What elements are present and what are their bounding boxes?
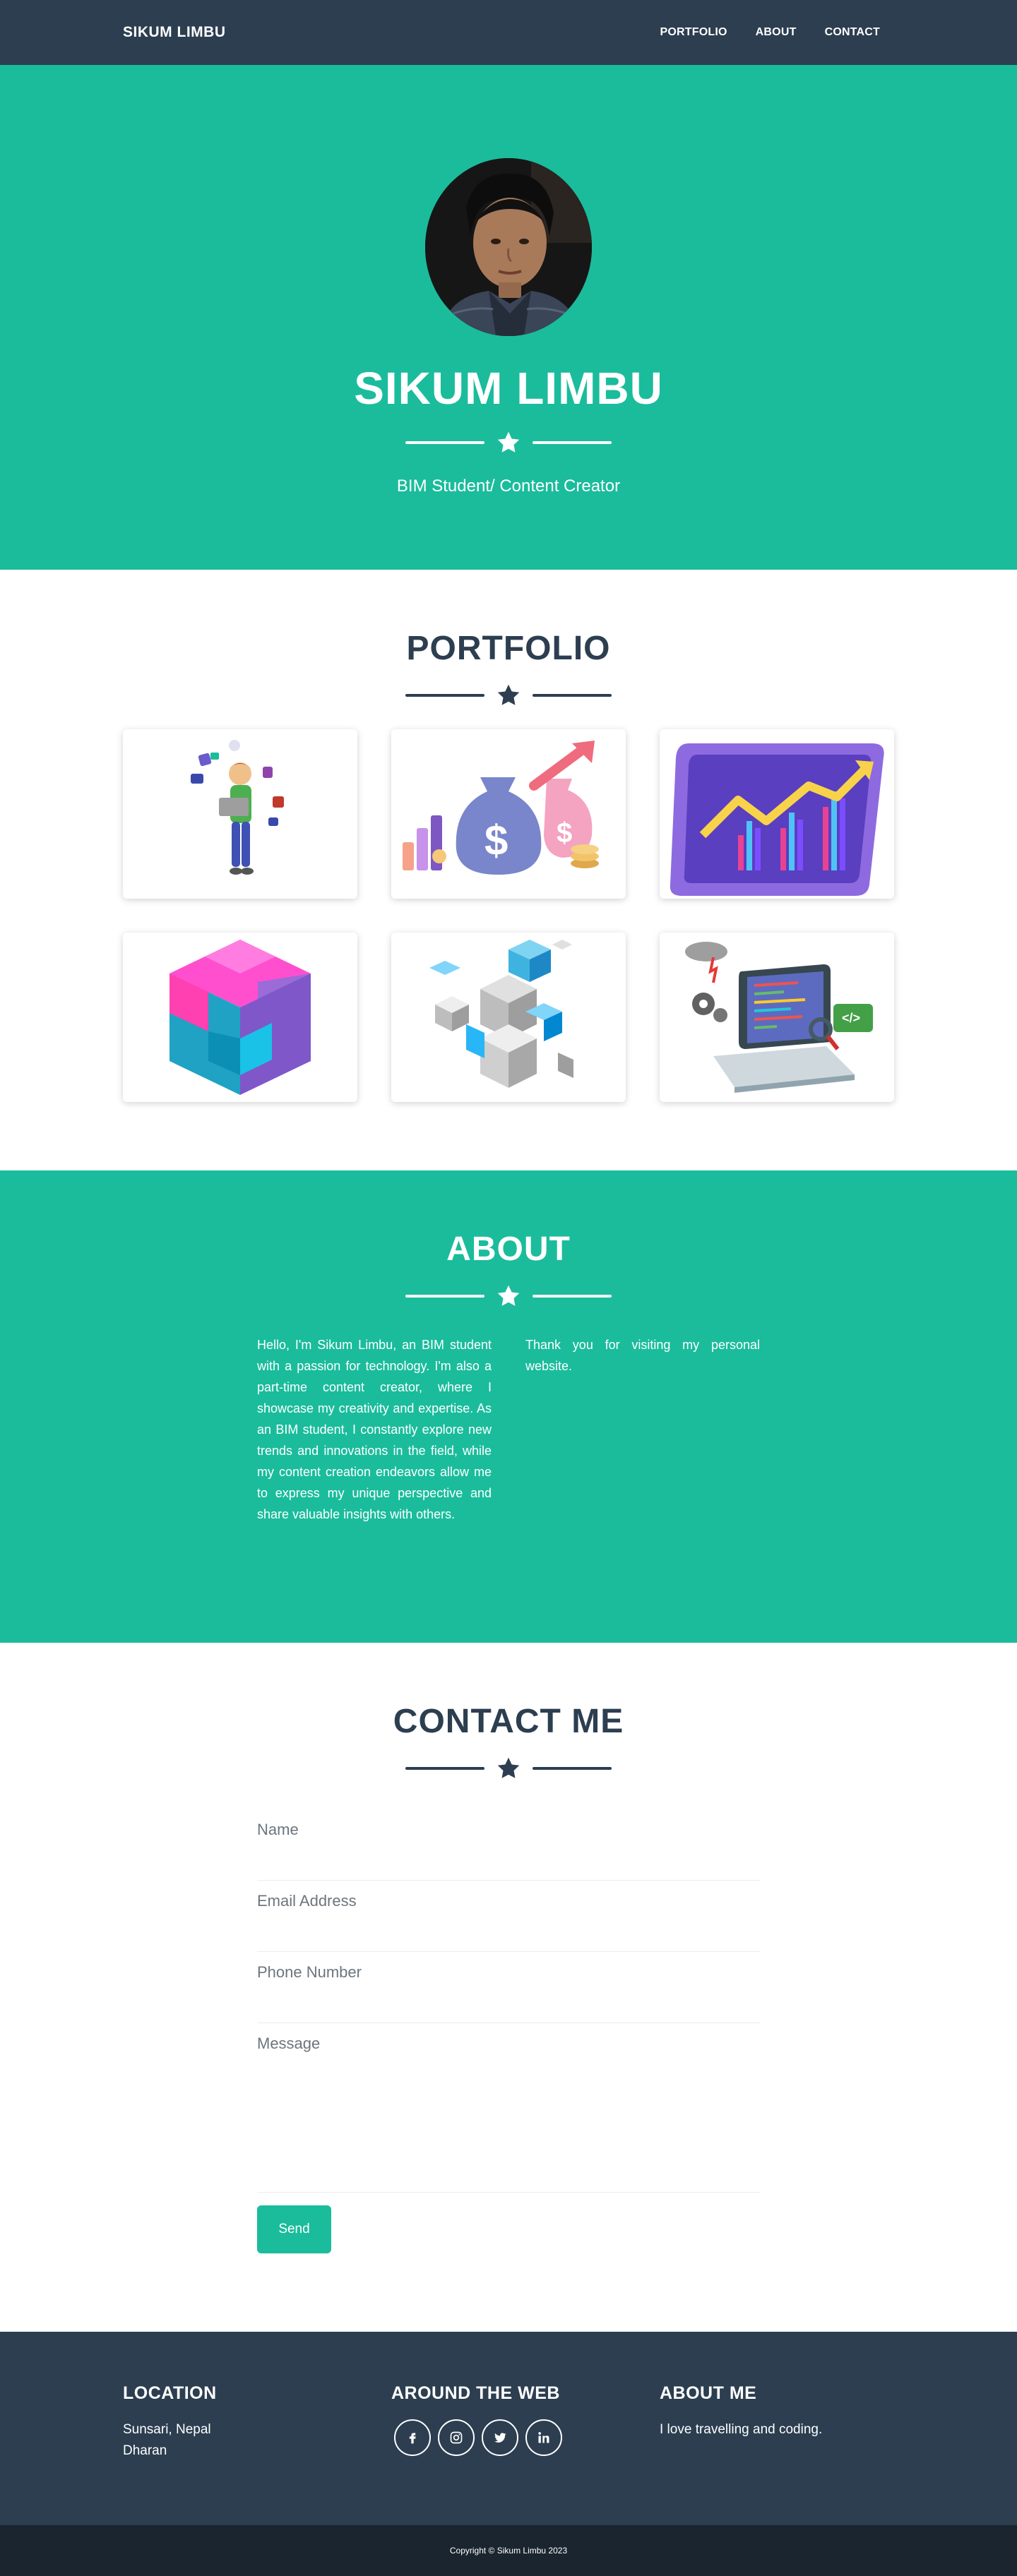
cube-blocks-illustration (429, 940, 573, 1088)
portfolio-divider (0, 681, 1017, 709)
about-columns: Hello, I'm Sikum Limbu, an BIM student w… (257, 1334, 760, 1525)
footer-web: AROUND THE WEB (391, 2383, 626, 2456)
phone-field[interactable] (257, 1963, 760, 1982)
divider-line-left (405, 441, 484, 444)
footer-about: ABOUT ME I love travelling and coding. (660, 2383, 894, 2440)
nav-links: PORTFOLIO ABOUT CONTACT (646, 19, 894, 46)
divider-line-right (533, 1295, 612, 1298)
hero-divider (0, 429, 1017, 457)
portfolio-grid: $ $ </> (123, 729, 894, 1102)
social-links (394, 2419, 626, 2456)
instagram-icon (450, 2431, 463, 2444)
growth-chart-tablet-illustration (670, 743, 884, 896)
portfolio-item-5[interactable] (391, 933, 626, 1102)
footer-web-title: AROUND THE WEB (391, 2383, 560, 2403)
about-title: ABOUT (446, 1230, 571, 1268)
divider-line-right (533, 1767, 612, 1770)
footer-location-line1: Sunsari, Nepal (123, 2422, 211, 2437)
facebook-link[interactable] (394, 2419, 431, 2456)
linkedin-icon (538, 2432, 549, 2443)
name-field-wrapper (257, 1809, 760, 1881)
navbar: SIKUM LIMBU PORTFOLIO ABOUT CONTACT (0, 0, 1017, 65)
email-field-wrapper (257, 1881, 760, 1952)
name-field[interactable] (257, 1821, 760, 1839)
divider-line-left (405, 1767, 484, 1770)
avatar (425, 158, 592, 336)
hero-section: SIKUM LIMBU BIM Student/ Content Creator (0, 65, 1017, 570)
contact-divider (0, 1754, 1017, 1783)
portfolio-title: PORTFOLIO (406, 630, 611, 667)
facebook-icon (409, 2433, 416, 2444)
about-paragraph-right: Thank you for visiting my personal websi… (525, 1338, 760, 1373)
portfolio-item-2[interactable]: $ $ (391, 729, 626, 899)
nav-link-about[interactable]: ABOUT (742, 19, 811, 46)
puzzle-cube-illustration (170, 940, 311, 1095)
avatar-photo (425, 158, 592, 336)
footer-location-title: LOCATION (123, 2383, 217, 2403)
portfolio-item-3[interactable] (660, 729, 894, 899)
about-paragraph-left: Hello, I'm Sikum Limbu, an BIM student w… (257, 1338, 492, 1521)
linkedin-link[interactable] (525, 2419, 562, 2456)
divider-line-left (405, 694, 484, 697)
contact-section: CONTACT ME Send (0, 1643, 1017, 2332)
about-divider (0, 1282, 1017, 1310)
phone-field-wrapper (257, 1952, 760, 2023)
star-icon (497, 1757, 520, 1778)
nav-link-portfolio[interactable]: PORTFOLIO (646, 19, 742, 46)
footer-location-line2: Dharan (123, 2443, 167, 2458)
svg-text:$: $ (484, 817, 508, 864)
star-icon (497, 431, 520, 453)
star-icon (497, 1285, 520, 1306)
divider-line-left (405, 1295, 484, 1298)
portfolio-item-6[interactable]: </> (660, 933, 894, 1102)
instagram-link[interactable] (438, 2419, 475, 2456)
twitter-icon (494, 2433, 506, 2443)
contact-form (257, 1809, 760, 2193)
divider-line-right (533, 694, 612, 697)
twitter-link[interactable] (482, 2419, 518, 2456)
brand-link[interactable]: SIKUM LIMBU (123, 24, 226, 41)
portfolio-section: PORTFOLIO $ $ </> (0, 570, 1017, 1170)
footer-location: LOCATION Sunsari, Nepal Dharan (123, 2383, 357, 2462)
copyright-bar: Copyright © Sikum Limbu 2023 (0, 2525, 1017, 2576)
send-button[interactable]: Send (257, 2205, 331, 2253)
money-bags-growth-illustration: $ $ (403, 741, 599, 875)
contact-title: CONTACT ME (393, 1703, 624, 1740)
person-with-laptop-illustration (191, 740, 284, 875)
footer-about-title: ABOUT ME (660, 2383, 757, 2403)
svg-text:</>: </> (842, 1011, 860, 1025)
message-field-wrapper (257, 2023, 760, 2193)
email-field[interactable] (257, 1892, 760, 1910)
about-section: ABOUT Hello, I'm Sikum Limbu, an BIM stu… (0, 1170, 1017, 1643)
portfolio-item-1[interactable] (123, 729, 357, 899)
nav-link-contact[interactable]: CONTACT (811, 19, 894, 46)
divider-line-right (533, 441, 612, 444)
star-icon (497, 684, 520, 705)
hero-subtitle: BIM Student/ Content Creator (396, 477, 621, 496)
svg-text:$: $ (557, 817, 572, 849)
copyright-text: Copyright © Sikum Limbu 2023 (449, 2546, 568, 2556)
laptop-code-illustration: </> (685, 942, 873, 1093)
message-field[interactable] (257, 2035, 760, 2176)
portfolio-item-4[interactable] (123, 933, 357, 1102)
footer-about-text: I love travelling and coding. (660, 2422, 823, 2437)
footer: LOCATION Sunsari, Nepal Dharan AROUND TH… (0, 2332, 1017, 2525)
hero-name: SIKUM LIMBU (354, 363, 663, 414)
